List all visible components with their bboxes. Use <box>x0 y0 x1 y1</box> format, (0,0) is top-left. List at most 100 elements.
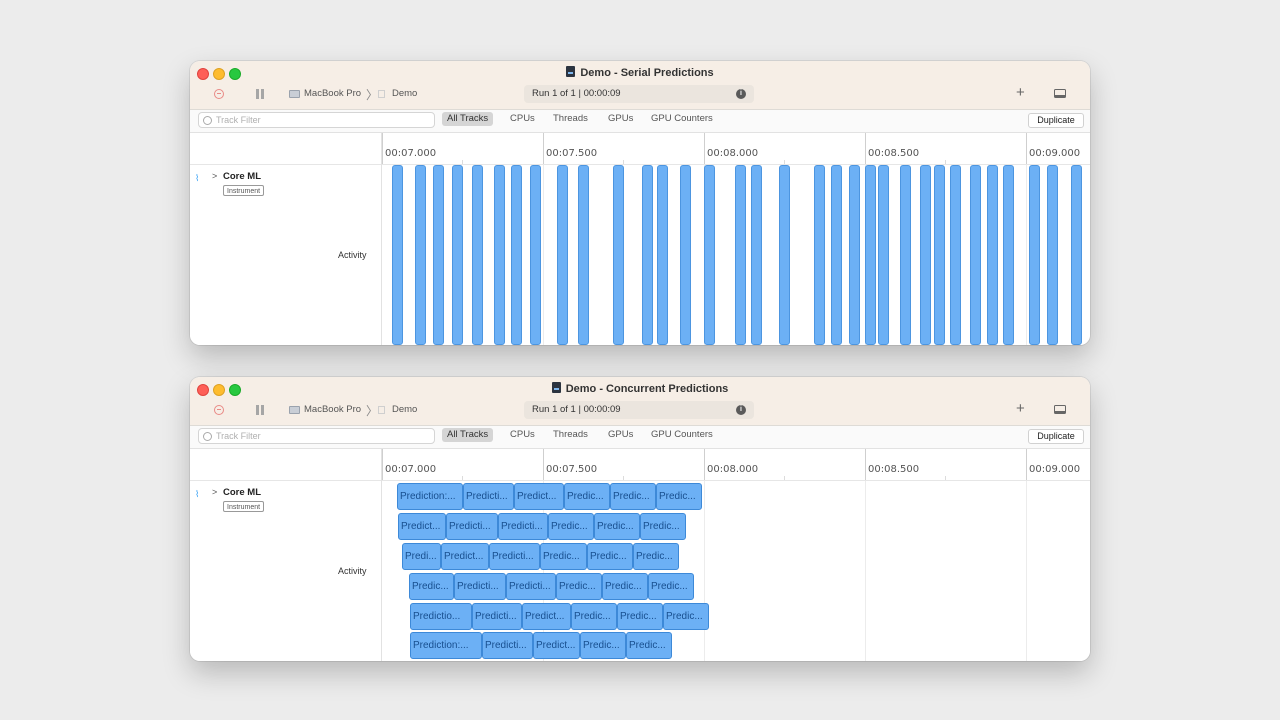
prediction-interval[interactable] <box>814 165 825 345</box>
tab-all-tracks[interactable]: All Tracks <box>442 428 494 442</box>
prediction-interval[interactable] <box>392 165 403 345</box>
activity-lane[interactable] <box>382 165 1090 345</box>
prediction-interval[interactable] <box>578 165 589 345</box>
prediction-interval[interactable] <box>642 165 653 345</box>
prediction-interval[interactable] <box>452 165 463 345</box>
record-button[interactable] <box>214 89 224 99</box>
prediction-interval[interactable]: Predicti... <box>482 632 533 659</box>
disclosure-chevron-icon[interactable]: > <box>212 487 217 497</box>
prediction-interval[interactable]: Predic... <box>580 632 626 659</box>
prediction-interval[interactable]: Predic... <box>548 513 594 540</box>
tab-threads[interactable]: Threads <box>548 428 593 442</box>
prediction-interval[interactable]: Predic... <box>540 543 587 570</box>
device-selector[interactable]: MacBook Pro <box>304 88 361 99</box>
prediction-interval[interactable]: Predicti... <box>463 483 514 510</box>
prediction-interval[interactable] <box>1071 165 1082 345</box>
prediction-interval[interactable] <box>1047 165 1058 345</box>
prediction-interval[interactable]: Predicti... <box>446 513 498 540</box>
duplicate-button[interactable]: Duplicate <box>1028 113 1084 128</box>
prediction-interval[interactable] <box>950 165 961 345</box>
prediction-interval[interactable] <box>831 165 842 345</box>
prediction-interval[interactable] <box>557 165 568 345</box>
duplicate-button[interactable]: Duplicate <box>1028 429 1084 444</box>
pause-button[interactable] <box>256 89 264 99</box>
tab-gpus[interactable]: GPUs <box>603 112 638 126</box>
tab-cpus[interactable]: CPUs <box>505 112 540 126</box>
prediction-interval[interactable] <box>657 165 668 345</box>
prediction-interval[interactable]: Predic... <box>556 573 602 600</box>
prediction-interval[interactable]: Predict... <box>533 632 580 659</box>
prediction-interval[interactable] <box>900 165 911 345</box>
prediction-interval[interactable]: Prediction:... <box>397 483 463 510</box>
prediction-interval[interactable] <box>934 165 945 345</box>
prediction-interval[interactable]: Predic... <box>626 632 672 659</box>
prediction-interval[interactable] <box>878 165 889 345</box>
prediction-interval[interactable]: Predic... <box>663 603 709 630</box>
prediction-interval[interactable]: Predict... <box>441 543 489 570</box>
prediction-interval[interactable]: Predic... <box>594 513 640 540</box>
prediction-interval[interactable]: Predic... <box>656 483 702 510</box>
prediction-interval[interactable] <box>1003 165 1014 345</box>
prediction-interval[interactable]: Predicti... <box>454 573 506 600</box>
timeline-ruler[interactable]: 00:07.000 00:07.500 00:08.000 00:08.500 … <box>382 449 1090 481</box>
target-selector[interactable]: Demo <box>392 88 417 99</box>
prediction-interval[interactable] <box>511 165 522 345</box>
prediction-interval[interactable]: Predi... <box>402 543 441 570</box>
activity-lane[interactable]: Prediction:... Predicti... Predict... Pr… <box>382 481 1090 661</box>
prediction-interval[interactable] <box>1029 165 1040 345</box>
prediction-interval[interactable]: Predic... <box>633 543 679 570</box>
prediction-interval[interactable]: Predicti... <box>506 573 556 600</box>
device-selector[interactable]: MacBook Pro <box>304 404 361 415</box>
prediction-interval[interactable]: Predicti... <box>472 603 522 630</box>
prediction-interval[interactable] <box>415 165 426 345</box>
prediction-interval[interactable]: Predicti... <box>498 513 548 540</box>
prediction-interval[interactable] <box>779 165 790 345</box>
prediction-interval[interactable] <box>472 165 483 345</box>
prediction-interval[interactable] <box>970 165 981 345</box>
info-icon[interactable]: i <box>736 405 746 415</box>
prediction-interval[interactable]: Predict... <box>514 483 564 510</box>
prediction-interval[interactable] <box>987 165 998 345</box>
prediction-interval[interactable]: Predic... <box>409 573 454 600</box>
prediction-interval[interactable] <box>704 165 715 345</box>
prediction-interval[interactable]: Predict... <box>398 513 446 540</box>
prediction-interval[interactable] <box>680 165 691 345</box>
instrument-badge[interactable]: Instrument <box>223 185 265 196</box>
toggle-detail-panel-button[interactable] <box>1054 89 1066 98</box>
target-selector[interactable]: Demo <box>392 404 417 415</box>
tab-all-tracks[interactable]: All Tracks <box>442 112 494 126</box>
prediction-interval[interactable]: Predic... <box>571 603 617 630</box>
prediction-interval[interactable]: Predic... <box>648 573 694 600</box>
tab-gpus[interactable]: GPUs <box>603 428 638 442</box>
prediction-interval[interactable]: Predic... <box>602 573 648 600</box>
instrument-badge[interactable]: Instrument <box>223 501 265 512</box>
prediction-interval[interactable]: Predict... <box>522 603 571 630</box>
prediction-interval[interactable] <box>849 165 860 345</box>
track-filter-input[interactable]: Track Filter <box>198 112 435 128</box>
disclosure-chevron-icon[interactable]: > <box>212 171 217 181</box>
prediction-interval[interactable] <box>735 165 746 345</box>
track-filter-input[interactable]: Track Filter <box>198 428 435 444</box>
record-button[interactable] <box>214 405 224 415</box>
prediction-interval[interactable] <box>433 165 444 345</box>
pause-button[interactable] <box>256 405 264 415</box>
prediction-interval[interactable] <box>530 165 541 345</box>
prediction-interval[interactable] <box>920 165 931 345</box>
prediction-interval[interactable]: Prediction:... <box>410 632 482 659</box>
timeline-ruler[interactable]: 00:07.000 00:07.500 00:08.000 00:08.500 … <box>382 133 1090 165</box>
prediction-interval[interactable]: Predicti... <box>489 543 540 570</box>
prediction-interval[interactable]: Predic... <box>610 483 656 510</box>
prediction-interval[interactable]: Predic... <box>587 543 633 570</box>
prediction-interval[interactable]: Predic... <box>617 603 663 630</box>
prediction-interval[interactable] <box>494 165 505 345</box>
prediction-interval[interactable]: Predictio... <box>410 603 472 630</box>
prediction-interval[interactable]: Predic... <box>640 513 686 540</box>
prediction-interval[interactable] <box>613 165 624 345</box>
add-instrument-button[interactable]: + <box>1016 85 1025 101</box>
prediction-interval[interactable]: Predic... <box>564 483 610 510</box>
info-icon[interactable]: i <box>736 89 746 99</box>
toggle-detail-panel-button[interactable] <box>1054 405 1066 414</box>
tab-cpus[interactable]: CPUs <box>505 428 540 442</box>
tab-threads[interactable]: Threads <box>548 112 593 126</box>
prediction-interval[interactable] <box>751 165 762 345</box>
